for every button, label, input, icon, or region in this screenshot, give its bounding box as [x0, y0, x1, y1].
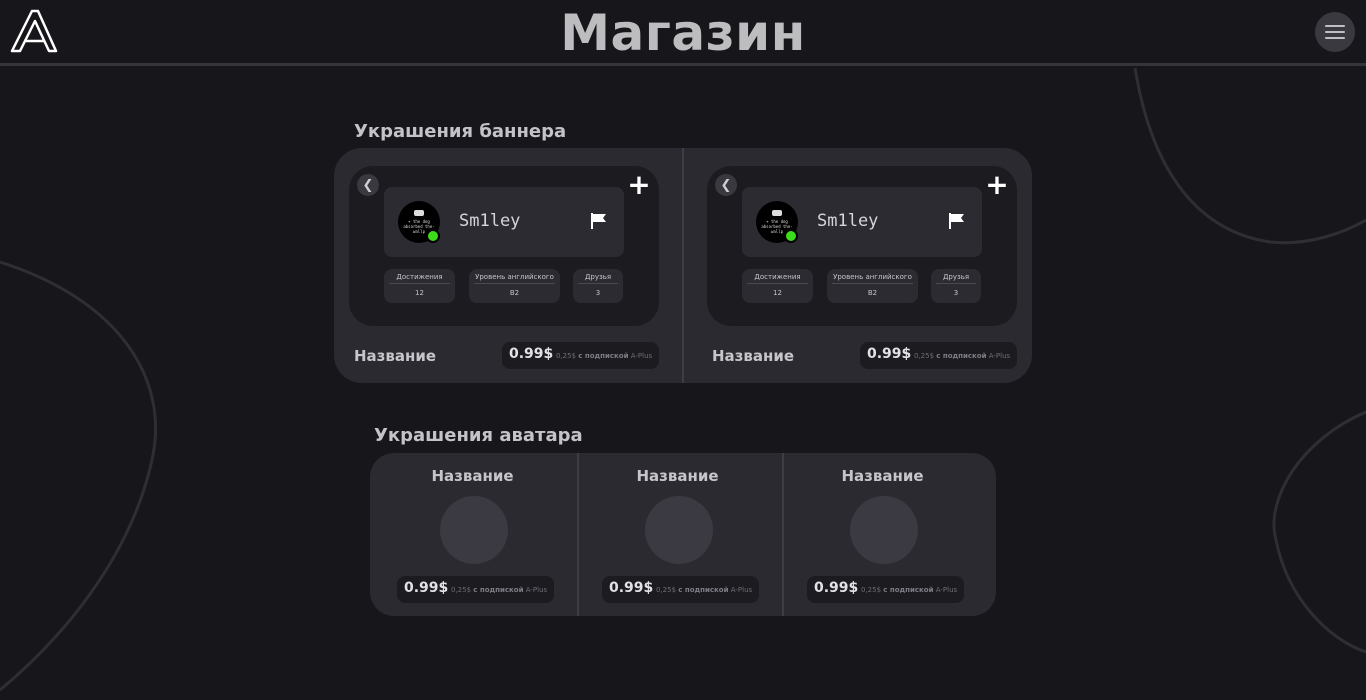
stat-value: B2 — [867, 289, 878, 297]
add-plus-icon[interactable]: + — [985, 171, 1009, 199]
profile-card: + the dog absorbed the-wallp Sm1ley — [742, 187, 982, 257]
subscription-price: 0,25$ с подпиской A-Plus — [451, 586, 548, 594]
subscription-price: 0,25$ с подпиской A-Plus — [914, 352, 1011, 360]
stat-value: 12 — [415, 289, 424, 297]
stat-english-level: Уровень английского B2 — [469, 269, 560, 303]
avatar-card[interactable]: Название 0.99$ 0,25$ с подпиской A-Plus — [370, 453, 575, 616]
stat-label: Уровень английского — [475, 273, 554, 281]
item-name: Название — [712, 347, 795, 365]
buy-price-button[interactable]: 0.99$ 0,25$ с подпиской A-Plus — [602, 576, 759, 603]
buy-price-button[interactable]: 0.99$ 0,25$ с подпиской A-Plus — [807, 576, 964, 603]
item-name: Название — [841, 467, 924, 485]
stat-label: Уровень английского — [833, 273, 912, 281]
avatar-preview — [440, 496, 508, 564]
price: 0.99$ — [814, 580, 859, 596]
buy-price-button[interactable]: 0.99$ 0,25$ с подпиской A-Plus — [860, 342, 1017, 369]
stat-label: Друзья — [584, 273, 612, 281]
avatar-section-title: Украшения аватара — [374, 425, 583, 446]
subscription-price: 0,25$ с подпиской A-Plus — [556, 352, 653, 360]
flag-icon[interactable] — [591, 212, 607, 230]
item-name: Название — [431, 467, 514, 485]
online-status-dot — [784, 229, 798, 243]
subscription-price: 0,25$ с подпиской A-Plus — [656, 586, 753, 594]
banner-preview: ❮ + + the dog absorbed the-wallp Sm1ley … — [349, 166, 659, 326]
price: 0.99$ — [867, 346, 912, 362]
price: 0.99$ — [509, 346, 554, 362]
add-plus-icon[interactable]: + — [627, 171, 651, 199]
stat-label: Достижения — [754, 273, 801, 281]
avatar-preview — [850, 496, 918, 564]
price: 0.99$ — [609, 580, 654, 596]
back-arrow-icon[interactable]: ❮ — [357, 174, 379, 196]
banner-decorations-panel: ❮ + + the dog absorbed the-wallp Sm1ley … — [334, 148, 1032, 383]
stat-value: 12 — [773, 289, 782, 297]
avatar-decorations-panel: Название 0.99$ 0,25$ с подпиской A-Plus … — [370, 453, 996, 616]
item-name: Название — [636, 467, 719, 485]
avatar-card[interactable]: Название 0.99$ 0,25$ с подпиской A-Plus — [575, 453, 780, 616]
item-name: Название — [354, 347, 437, 365]
back-arrow-icon[interactable]: ❮ — [715, 174, 737, 196]
profile-card: + the dog absorbed the-wallp Sm1ley — [384, 187, 624, 257]
avatar-image-icon — [414, 210, 424, 216]
online-status-dot — [426, 229, 440, 243]
stat-achievements: Достижения 12 — [742, 269, 813, 303]
price: 0.99$ — [404, 580, 449, 596]
divider — [682, 148, 684, 383]
username: Sm1ley — [459, 211, 521, 231]
avatar: + the dog absorbed the-wallp — [398, 201, 440, 243]
buy-price-button[interactable]: 0.99$ 0,25$ с подпиской A-Plus — [502, 342, 659, 369]
hamburger-menu-icon[interactable] — [1315, 12, 1355, 52]
avatar-image-icon — [772, 210, 782, 216]
avatar-card[interactable]: Название 0.99$ 0,25$ с подпиской A-Plus — [780, 453, 985, 616]
stat-friends: Друзья 3 — [573, 269, 623, 303]
banner-card[interactable]: ❮ + + the dog absorbed the-wallp Sm1ley … — [334, 148, 682, 383]
stat-english-level: Уровень английского B2 — [827, 269, 918, 303]
subscription-price: 0,25$ с подпиской A-Plus — [861, 586, 958, 594]
username: Sm1ley — [817, 211, 879, 231]
stat-value: B2 — [509, 289, 520, 297]
buy-price-button[interactable]: 0.99$ 0,25$ с подпиской A-Plus — [397, 576, 554, 603]
flag-icon[interactable] — [949, 212, 965, 230]
banner-section-title: Украшения баннера — [354, 121, 567, 142]
stat-friends: Друзья 3 — [931, 269, 981, 303]
stat-value: 3 — [595, 289, 601, 297]
stat-label: Друзья — [942, 273, 970, 281]
stat-achievements: Достижения 12 — [384, 269, 455, 303]
banner-preview: ❮ + + the dog absorbed the-wallp Sm1ley … — [707, 166, 1017, 326]
banner-card[interactable]: ❮ + + the dog absorbed the-wallp Sm1ley … — [692, 148, 1040, 383]
top-bar: Магазин — [0, 0, 1366, 66]
stat-label: Достижения — [396, 273, 443, 281]
stat-value: 3 — [953, 289, 959, 297]
page-title: Магазин — [560, 4, 806, 62]
avatar-preview — [645, 496, 713, 564]
avatar: + the dog absorbed the-wallp — [756, 201, 798, 243]
